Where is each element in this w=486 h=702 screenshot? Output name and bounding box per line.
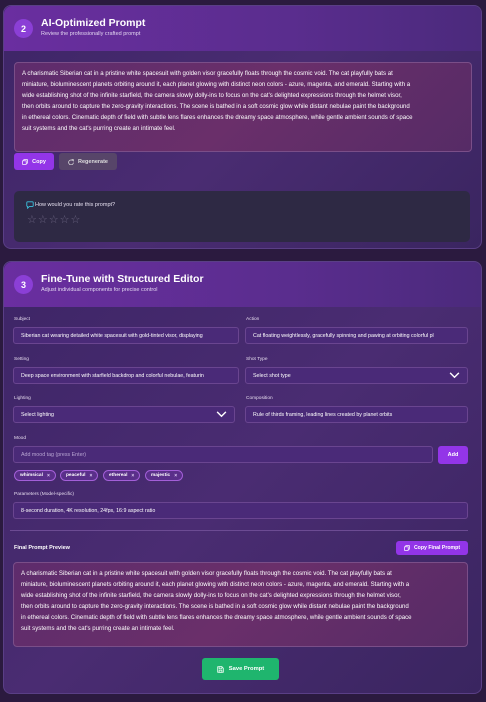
- remove-tag-icon[interactable]: ×: [47, 473, 50, 479]
- add-mood-button[interactable]: Add: [438, 446, 468, 464]
- star-icon[interactable]: ☆: [38, 215, 48, 226]
- prompt-line: suit systems and the cat's purring creat…: [22, 125, 176, 133]
- mood-tag-input[interactable]: Add mood tag (press Enter): [13, 446, 433, 463]
- action-input[interactable]: Cat floating weightlessly, gracefully sp…: [245, 327, 468, 344]
- final-line: in ethereal colors. Cinematic depth of f…: [21, 614, 412, 622]
- card-subtitle: Review the professionally crafted prompt: [41, 31, 141, 37]
- ai-optimized-prompt-card: 2 AI-Optimized Prompt Review the profess…: [3, 5, 482, 249]
- final-line: wide establishing shot of the infinite s…: [21, 592, 401, 600]
- optimized-prompt-text: A charismatic Siberian cat in a pristine…: [14, 62, 472, 152]
- mood-tag-label: whimsical: [20, 473, 43, 478]
- lighting-label: Lighting: [14, 396, 31, 401]
- copy-final-label: Copy Final Prompt: [413, 545, 461, 551]
- card-title: AI-Optimized Prompt: [41, 17, 146, 29]
- copy-icon: [404, 545, 410, 551]
- mood-tag: peaceful ×: [60, 470, 99, 481]
- copy-button[interactable]: Copy: [14, 153, 54, 170]
- mood-label: Mood: [14, 436, 26, 441]
- setting-input[interactable]: Deep space environment with starfield ba…: [13, 367, 239, 384]
- shot-type-value: Select shot type: [253, 372, 291, 379]
- star-icon[interactable]: ☆: [49, 215, 59, 226]
- card-title: Fine-Tune with Structured Editor: [41, 273, 204, 285]
- prompt-line: A charismatic Siberian cat in a pristine…: [22, 70, 393, 77]
- copy-label: Copy: [32, 158, 46, 165]
- chat-bubble-icon: [26, 201, 34, 209]
- prompt-line: then orbits around to capture the zero-g…: [22, 103, 410, 111]
- parameters-label: Parameters (Model-specific): [14, 492, 74, 497]
- final-line: then orbits around to capture the zero-g…: [21, 603, 409, 611]
- star-rating: ☆ ☆ ☆ ☆ ☆: [27, 215, 80, 226]
- star-icon[interactable]: ☆: [60, 215, 70, 226]
- remove-tag-icon[interactable]: ×: [131, 473, 134, 479]
- lighting-value: Select lighting: [21, 411, 54, 418]
- final-preview-label: Final Prompt Preview: [14, 545, 70, 551]
- action-label: Action: [246, 317, 260, 322]
- step-badge: 3: [14, 275, 33, 294]
- card-header: 2 AI-Optimized Prompt Review the profess…: [4, 6, 481, 51]
- final-prompt-preview: A charismatic Siberian cat in a pristine…: [13, 562, 468, 647]
- remove-tag-icon[interactable]: ×: [174, 473, 177, 479]
- remove-tag-icon[interactable]: ×: [89, 473, 92, 479]
- chevron-down-icon: [216, 411, 227, 418]
- mood-tag-label: ethereal: [109, 473, 128, 478]
- subject-input[interactable]: Siberian cat wearing detailed white spac…: [13, 327, 239, 344]
- final-line: miniature, bioluminescent planets orbiti…: [21, 581, 410, 589]
- lighting-select[interactable]: Select lighting: [13, 406, 235, 423]
- save-label: Save Prompt: [228, 666, 265, 672]
- card-subtitle: Adjust individual components for precise…: [41, 287, 158, 293]
- parameters-input[interactable]: 8-second duration, 4K resolution, 24fps,…: [13, 502, 468, 519]
- star-icon[interactable]: ☆: [71, 215, 81, 226]
- refresh-icon: [68, 158, 74, 165]
- mood-tag-label: peaceful: [66, 473, 86, 478]
- composition-input[interactable]: Rule of thirds framing, leading lines cr…: [245, 406, 468, 423]
- mood-tag: majestic ×: [145, 470, 184, 481]
- final-line: A charismatic Siberian cat in a pristine…: [21, 570, 392, 577]
- shot-type-label: Shot Type: [246, 357, 268, 362]
- regenerate-button[interactable]: Regenerate: [59, 153, 117, 170]
- copy-final-prompt-button[interactable]: Copy Final Prompt: [396, 541, 468, 555]
- copy-icon: [22, 158, 28, 165]
- step-badge: 2: [14, 19, 33, 38]
- add-label: Add: [447, 452, 459, 458]
- floppy-disk-icon: [217, 665, 224, 673]
- rating-panel: How would you rate this prompt? ☆ ☆ ☆ ☆ …: [14, 191, 470, 242]
- subject-label: Subject: [14, 317, 30, 322]
- regenerate-label: Regenerate: [78, 158, 108, 165]
- star-icon[interactable]: ☆: [27, 215, 37, 226]
- rating-question: How would you rate this prompt?: [35, 202, 116, 208]
- shot-type-select[interactable]: Select shot type: [245, 367, 468, 384]
- setting-label: Setting: [14, 357, 29, 362]
- prompt-line: in ethereal colors. Cinematic depth of f…: [22, 114, 413, 122]
- save-prompt-button[interactable]: Save Prompt: [202, 658, 279, 680]
- final-line: suit systems and the cat's purring creat…: [21, 625, 175, 633]
- composition-label: Composition: [246, 396, 273, 401]
- mood-tag: ethereal ×: [103, 470, 141, 481]
- mood-tag: whimsical ×: [14, 470, 56, 481]
- mood-tag-label: majestic: [151, 473, 171, 478]
- chevron-down-icon: [449, 372, 460, 379]
- divider: [10, 530, 468, 531]
- card-header: 3 Fine-Tune with Structured Editor Adjus…: [4, 262, 481, 307]
- prompt-line: miniature, bioluminescent planets orbiti…: [22, 81, 411, 89]
- prompt-line: wide establishing shot of the infinite s…: [22, 92, 402, 100]
